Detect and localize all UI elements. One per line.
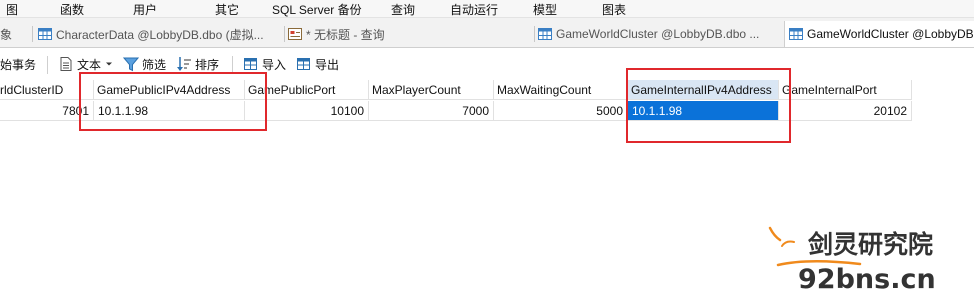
tab-label: * 无标题 - 查询: [306, 27, 385, 42]
tab-gameworldcluster-active[interactable]: GameWorldCluster @LobbyDB: [784, 21, 974, 47]
sword-stroke-icon: [768, 226, 782, 242]
watermark-brand: 剑灵研究院: [808, 230, 933, 259]
table-cell-maxplayercount[interactable]: 7000: [369, 101, 494, 121]
import-label: 导入: [262, 57, 287, 72]
table-cell-maxwaitingcount[interactable]: 5000: [494, 101, 628, 121]
query-icon: [288, 28, 302, 40]
import-icon: [244, 58, 257, 70]
menu-item-users[interactable]: 用户: [133, 1, 157, 18]
text-label: 文本: [77, 57, 102, 72]
table-icon: [38, 28, 52, 40]
table-icon: [538, 28, 552, 40]
column-header-gameinternalport[interactable]: GameInternalPort: [779, 80, 912, 100]
tab-characterdata[interactable]: CharacterData @LobbyDB.dbo (虚拟...: [38, 22, 283, 46]
menu-item-backup[interactable]: SQL Server 备份: [272, 1, 362, 18]
begin-transaction-label: 始事务: [0, 57, 37, 72]
sort-label: 排序: [195, 57, 220, 72]
highlight-box-internal-address: [626, 68, 791, 143]
menu-item-chart[interactable]: 图表: [602, 1, 626, 18]
menu-item-model[interactable]: 模型: [533, 1, 557, 18]
tab-divider: [32, 26, 33, 42]
document-icon: [60, 57, 72, 71]
sort-icon: [177, 57, 191, 71]
sort-button[interactable]: 排序: [176, 55, 219, 73]
menu-bar: 图 函数 用户 其它 SQL Server 备份 查询 自动运行 模型 图表: [0, 0, 974, 18]
sword-stroke-icon: [781, 240, 795, 247]
tab-label: CharacterData @LobbyDB.dbo (虚拟...: [56, 27, 264, 42]
watermark-logo: 剑灵研究院 92bns.cn: [768, 226, 936, 295]
tab-objects[interactable]: 象: [0, 22, 30, 46]
begin-transaction-button[interactable]: 始事务: [0, 55, 36, 73]
table-cell-gameinternalport[interactable]: 20102: [779, 101, 912, 121]
tab-label: GameWorldCluster @LobbyDB: [807, 27, 974, 41]
table-icon: [789, 28, 803, 40]
toolbar-divider: [47, 56, 48, 74]
menu-item-automation[interactable]: 自动运行: [450, 1, 498, 18]
watermark-domain: 92bns.cn: [798, 264, 936, 295]
tab-divider: [284, 26, 285, 42]
watermark: 剑灵研究院 92bns.cn: [768, 222, 968, 298]
menu-item-view[interactable]: 图: [6, 1, 18, 18]
filter-label: 筛选: [142, 57, 167, 72]
import-button[interactable]: 导入: [243, 55, 286, 73]
export-label: 导出: [315, 57, 340, 72]
column-header-maxplayercount[interactable]: MaxPlayerCount: [369, 80, 494, 100]
export-button[interactable]: 导出: [296, 55, 339, 73]
tab-label: GameWorldCluster @LobbyDB.dbo ...: [556, 27, 760, 41]
chevron-down-icon[interactable]: [105, 60, 113, 68]
menu-item-query[interactable]: 查询: [391, 1, 415, 18]
tab-gameworldcluster-1[interactable]: GameWorldCluster @LobbyDB.dbo ...: [538, 22, 783, 46]
menu-item-functions[interactable]: 函数: [60, 1, 84, 18]
filter-icon: [123, 57, 139, 72]
filter-button[interactable]: 筛选: [123, 55, 166, 73]
tab-label: 象: [0, 27, 13, 42]
tab-untitled-query[interactable]: * 无标题 - 查询: [288, 22, 533, 46]
menu-item-other[interactable]: 其它: [215, 1, 239, 18]
tab-divider: [534, 26, 535, 42]
column-header-maxwaitingcount[interactable]: MaxWaitingCount: [494, 80, 628, 100]
text-button[interactable]: 文本: [58, 55, 113, 73]
export-icon: [297, 58, 310, 70]
tab-bar: 象 CharacterData @LobbyDB.dbo (虚拟... * 无标…: [0, 18, 974, 48]
highlight-box-public-address: [79, 72, 267, 131]
